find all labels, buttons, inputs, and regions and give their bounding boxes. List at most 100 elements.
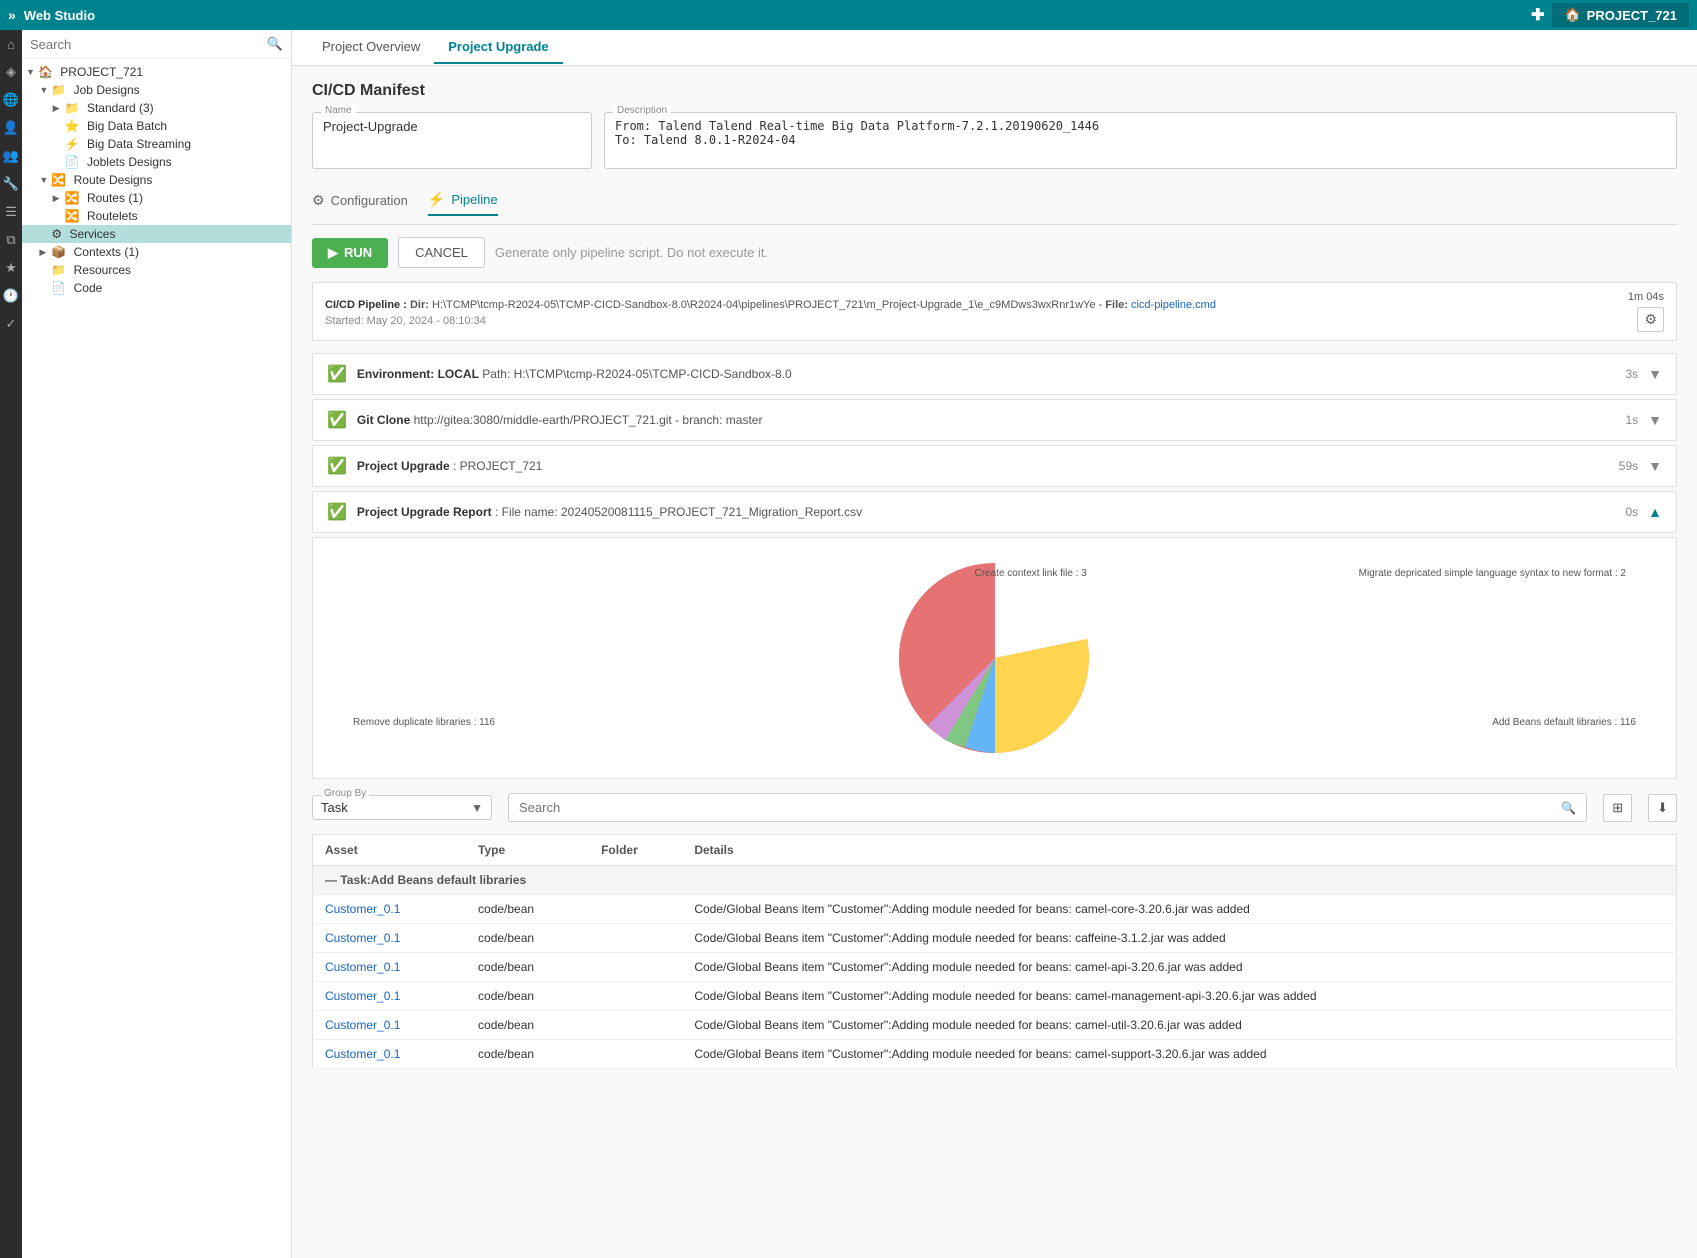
- sidebar-item-label: Route Designs: [70, 173, 152, 187]
- design-icon[interactable]: ◈: [1, 62, 21, 82]
- table-row: Customer_0.1 code/bean Code/Global Beans…: [313, 953, 1677, 982]
- sidebar-item-label: Resources: [70, 263, 131, 277]
- tab-icon: ⚡: [428, 191, 445, 208]
- cell-asset: Customer_0.1: [313, 1040, 467, 1069]
- play-icon: ▶: [328, 245, 338, 261]
- dropdown-arrow-icon: ▼: [471, 801, 483, 815]
- desc-textarea[interactable]: From: Talend Talend Real-time Big Data P…: [615, 119, 1666, 159]
- step-text: Git Clone http://gitea:3080/middle-earth…: [357, 413, 1626, 427]
- inner-tab-label: Pipeline: [451, 192, 497, 207]
- col-folder: Folder: [589, 835, 682, 866]
- inner-tabs: ⚙Configuration ⚡ Pipeline: [312, 183, 1677, 225]
- sidebar-item-code[interactable]: 📄 Code: [22, 279, 291, 297]
- sidebar-item-resources[interactable]: 📁 Resources: [22, 261, 291, 279]
- expand-icon[interactable]: »: [8, 7, 16, 23]
- step-chevron-icon[interactable]: ▼: [1648, 458, 1662, 474]
- users-icon[interactable]: 👥: [1, 146, 21, 166]
- item-icon: 🔀: [51, 173, 66, 187]
- cell-details: Code/Global Beans item "Customer":Adding…: [682, 924, 1676, 953]
- sidebar-item-label: Code: [70, 281, 102, 295]
- cell-asset: Customer_0.1: [313, 1011, 467, 1040]
- arrow-icon: [53, 139, 65, 149]
- sidebar-item-routelets[interactable]: 🔀 Routelets: [22, 207, 291, 225]
- tab-project-overview[interactable]: Project Overview: [308, 31, 434, 64]
- chart-area: Create context link file : 3 Migrate dep…: [312, 537, 1677, 779]
- run-button[interactable]: ▶ RUN: [312, 238, 388, 268]
- project-label: 🏠 PROJECT_721: [1552, 3, 1689, 27]
- pie-segment-yellow: [995, 639, 1089, 753]
- step-detail: : File name: 20240520081115_PROJECT_721_…: [495, 505, 862, 519]
- name-input[interactable]: [323, 119, 523, 134]
- cell-asset: Customer_0.1: [313, 924, 467, 953]
- layers-icon[interactable]: ⧉: [1, 230, 21, 250]
- asset-link[interactable]: Customer_0.1: [325, 1018, 400, 1032]
- home-nav-icon[interactable]: ⌂: [1, 34, 21, 54]
- started-info: Started: May 20, 2024 - 08:10:34: [325, 315, 1628, 327]
- desc-label: Description: [613, 105, 671, 116]
- manifest-form: Name Description From: Talend Talend Rea…: [312, 112, 1677, 169]
- dir-path: H:\TCMP\tcmp-R2024-05\TCMP-CICD-Sandbox-…: [432, 299, 1096, 311]
- content-area: Project OverviewProject Upgrade CI/CD Ma…: [292, 30, 1697, 1258]
- step-chevron-icon[interactable]: ▲: [1648, 504, 1662, 520]
- cell-asset: Customer_0.1: [313, 982, 467, 1011]
- download-button[interactable]: ⬇: [1648, 794, 1677, 822]
- step-chevron-icon[interactable]: ▼: [1648, 366, 1662, 382]
- asset-link[interactable]: Customer_0.1: [325, 931, 400, 945]
- table-header-row: Asset Type Folder Details: [313, 835, 1677, 866]
- item-icon: 🔀: [65, 191, 80, 205]
- search-input[interactable]: [30, 37, 263, 52]
- sidebar-item-label: Routelets: [84, 209, 138, 223]
- sidebar-item-services[interactable]: ⚙ Services: [22, 225, 291, 243]
- check-icon[interactable]: ✓: [1, 314, 21, 334]
- sidebar-item-standard[interactable]: ▶ 📁 Standard (3): [22, 99, 291, 117]
- asset-link[interactable]: Customer_0.1: [325, 902, 400, 916]
- sidebar-item-job-designs[interactable]: ▼ 📁 Job Designs: [22, 81, 291, 99]
- pipeline-info-bar: CI/CD Pipeline : Dir: H:\TCMP\tcmp-R2024…: [312, 282, 1677, 341]
- col-details: Details: [682, 835, 1676, 866]
- tab-icon: ⚙: [312, 192, 325, 209]
- list-icon[interactable]: ☰: [1, 202, 21, 222]
- group-by-select[interactable]: Task Asset Type Folder: [321, 800, 467, 815]
- cell-folder: [589, 1040, 682, 1069]
- table-search-input[interactable]: [519, 800, 1555, 815]
- sidebar-search-bar: 🔍: [22, 30, 291, 59]
- inner-tab-pipeline[interactable]: ⚡ Pipeline: [428, 191, 498, 216]
- inner-tab-configuration[interactable]: ⚙Configuration: [312, 192, 408, 215]
- step-chevron-icon[interactable]: ▼: [1648, 412, 1662, 428]
- arrow-icon: [53, 121, 65, 131]
- sidebar-item-route-designs[interactable]: ▼ 🔀 Route Designs: [22, 171, 291, 189]
- grid-view-button[interactable]: ⊞: [1603, 794, 1632, 822]
- search-icon: 🔍: [267, 36, 283, 52]
- arrow-icon: ▼: [39, 175, 51, 185]
- clock-icon[interactable]: 🕐: [1, 286, 21, 306]
- settings-button[interactable]: ⚙: [1637, 307, 1664, 332]
- arrow-icon: [53, 211, 65, 221]
- generate-text: Generate only pipeline script. Do not ex…: [495, 245, 768, 260]
- file-label: File:: [1105, 299, 1131, 311]
- sidebar-item-routes[interactable]: ▶ 🔀 Routes (1): [22, 189, 291, 207]
- sidebar-item-label: Job Designs: [70, 83, 139, 97]
- arrow-icon: ▶: [53, 103, 65, 114]
- sidebar-item-project[interactable]: ▼ 🏠 PROJECT_721: [22, 63, 291, 81]
- globe-icon[interactable]: 🌐: [1, 90, 21, 110]
- sidebar-item-joblets-designs[interactable]: 📄 Joblets Designs: [22, 153, 291, 171]
- asset-link[interactable]: Customer_0.1: [325, 989, 400, 1003]
- tab-project-upgrade[interactable]: Project Upgrade: [434, 31, 562, 64]
- asset-link[interactable]: Customer_0.1: [325, 960, 400, 974]
- table-search-wrapper: 🔍: [508, 793, 1587, 822]
- sidebar-tree: ▼ 🏠 PROJECT_721 ▼ 📁 Job Designs ▶ 📁 Stan…: [22, 59, 291, 1258]
- cancel-button[interactable]: CANCEL: [398, 237, 485, 268]
- duration-label: 1m 04s: [1628, 291, 1664, 303]
- tools-icon[interactable]: 🔧: [1, 174, 21, 194]
- item-icon: ⚙: [51, 227, 62, 241]
- sidebar: 🔍 ▼ 🏠 PROJECT_721 ▼ 📁 Job Designs ▶ 📁 St…: [22, 30, 292, 1258]
- item-icon: 📄: [65, 155, 80, 169]
- sidebar-item-big-data-batch[interactable]: ⭐ Big Data Batch: [22, 117, 291, 135]
- asset-link[interactable]: Customer_0.1: [325, 1047, 400, 1061]
- add-icon[interactable]: ✚: [1531, 5, 1544, 25]
- sidebar-item-big-data-streaming[interactable]: ⚡ Big Data Streaming: [22, 135, 291, 153]
- person-icon[interactable]: 👤: [1, 118, 21, 138]
- star-icon[interactable]: ★: [1, 258, 21, 278]
- main-content: CI/CD Manifest Name Description From: Ta…: [292, 66, 1697, 1258]
- sidebar-item-contexts[interactable]: ▶ 📦 Contexts (1): [22, 243, 291, 261]
